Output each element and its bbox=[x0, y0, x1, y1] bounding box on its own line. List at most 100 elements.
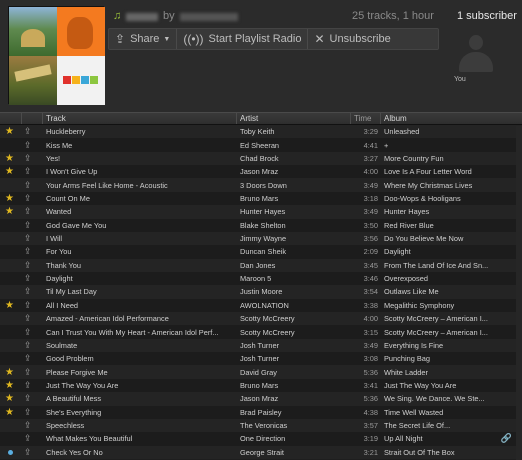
artist-link[interactable]: Bruno Mars bbox=[237, 379, 351, 392]
album-link[interactable]: More Country Fun bbox=[381, 152, 522, 165]
star-icon[interactable]: ★ bbox=[0, 165, 22, 178]
artist-link[interactable]: David Gray bbox=[237, 366, 351, 379]
table-row[interactable]: ★ ⇪ I Won't Give Up Jason Mraz 4:00 Love Is A… bbox=[0, 165, 522, 179]
track-title[interactable]: God Gave Me You bbox=[43, 219, 237, 232]
artist-link[interactable]: Duncan Sheik bbox=[237, 245, 351, 258]
share-icon[interactable]: ⇪ bbox=[22, 312, 43, 325]
star-icon[interactable]: ★ bbox=[0, 379, 22, 392]
table-row[interactable]: ⇪ Speechless The Veronicas 3:57 The Secret L… bbox=[0, 418, 522, 433]
track-title[interactable]: I Will bbox=[43, 232, 237, 245]
playlist-cover-mosaic[interactable] bbox=[8, 6, 105, 105]
album-link[interactable]: Hunter Hayes bbox=[381, 205, 522, 218]
share-icon[interactable]: ⇪ bbox=[22, 326, 43, 339]
table-row[interactable]: ⇪ Your Arms Feel Like Home - Acoustic 3 Do… bbox=[0, 178, 522, 192]
album-link[interactable]: Doo-Wops & Hooligans bbox=[381, 192, 522, 205]
track-title[interactable]: Can I Trust You With My Heart - American… bbox=[43, 326, 237, 339]
album-link[interactable]: Punching Bag bbox=[381, 352, 522, 365]
star-icon[interactable]: ★ bbox=[0, 192, 22, 205]
share-button[interactable]: ⇪ Share ▼ bbox=[109, 29, 178, 49]
share-icon[interactable]: ⇪ bbox=[22, 179, 43, 192]
album-link[interactable]: Time Well Wasted bbox=[381, 406, 522, 419]
track-title[interactable]: Yes! bbox=[43, 152, 237, 165]
artist-link[interactable]: Toby Keith bbox=[237, 125, 351, 138]
column-header-album[interactable]: Album bbox=[381, 113, 522, 124]
share-icon[interactable]: ⇪ bbox=[22, 352, 43, 365]
table-row[interactable]: ⇪ Soulmate Josh Turner 3:49 Everything Is Fi… bbox=[0, 338, 522, 353]
column-header-time[interactable]: Time bbox=[351, 113, 381, 124]
playlist-owner-redacted[interactable] bbox=[180, 13, 238, 21]
track-title[interactable]: All I Need bbox=[43, 299, 237, 312]
table-row[interactable]: ★ ⇪ Wanted Hunter Hayes 3:49 Hunter Hayes bbox=[0, 205, 522, 219]
share-icon[interactable]: ⇪ bbox=[22, 245, 43, 258]
table-row[interactable]: ★ ⇪ Count On Me Bruno Mars 3:18 Doo-Wops & Ho… bbox=[0, 191, 522, 206]
artist-link[interactable]: Dan Jones bbox=[237, 259, 351, 272]
table-row[interactable]: ★ ⇪ All I Need AWOLNATION 3:38 Megalithic Sym… bbox=[0, 298, 522, 313]
table-row[interactable]: ⇪ I Will Jimmy Wayne 3:56 Do You Believe Me … bbox=[0, 231, 522, 246]
track-title[interactable]: She's Everything bbox=[43, 406, 237, 419]
share-icon[interactable]: ⇪ bbox=[22, 339, 43, 352]
artist-link[interactable]: George Strait bbox=[237, 446, 351, 459]
track-title[interactable]: Wanted bbox=[43, 205, 237, 218]
table-row[interactable]: ★ ⇪ Please Forgive Me David Gray 5:36 White L… bbox=[0, 365, 522, 379]
table-row[interactable]: ★ ⇪ A Beautiful Mess Jason Mraz 5:36 We Sing.… bbox=[0, 392, 522, 406]
scrollbar[interactable] bbox=[516, 126, 522, 460]
album-link[interactable]: Unleashed bbox=[381, 125, 522, 138]
track-title[interactable]: Thank You bbox=[43, 259, 237, 272]
unsubscribe-button[interactable]: ✕ Unsubscribe bbox=[308, 29, 396, 49]
table-row[interactable]: ★ ⇪ Just The Way You Are Bruno Mars 3:41 Just… bbox=[0, 378, 522, 393]
artist-link[interactable]: Ed Sheeran bbox=[237, 139, 351, 152]
album-link[interactable]: Do You Believe Me Now bbox=[381, 232, 522, 245]
share-icon[interactable]: ⇪ bbox=[22, 406, 43, 419]
track-title[interactable]: Soulmate bbox=[43, 339, 237, 352]
star-icon[interactable]: ★ bbox=[0, 152, 22, 165]
artist-link[interactable]: One Direction bbox=[237, 432, 351, 445]
column-header-star[interactable] bbox=[0, 113, 22, 124]
table-row[interactable]: ⇪ Can I Trust You With My Heart - America… bbox=[0, 325, 522, 339]
album-link[interactable]: Megalithic Symphony bbox=[381, 299, 522, 312]
star-icon[interactable]: ★ bbox=[0, 406, 22, 419]
track-title[interactable]: Just The Way You Are bbox=[43, 379, 237, 392]
table-row[interactable]: ⇪ Good Problem Josh Turner 3:08 Punching Bag bbox=[0, 352, 522, 366]
track-title[interactable]: Huckleberry bbox=[43, 125, 237, 138]
share-icon[interactable]: ⇪ bbox=[22, 419, 43, 432]
track-title[interactable]: Count On Me bbox=[43, 192, 237, 205]
star-icon[interactable]: ★ bbox=[0, 392, 22, 405]
artist-link[interactable]: Scotty McCreery bbox=[237, 326, 351, 339]
table-row[interactable]: ⇪ Check Yes Or No George Strait 3:21 Strait … bbox=[0, 445, 522, 459]
star-icon[interactable]: ★ bbox=[0, 366, 22, 379]
artist-link[interactable]: Jason Mraz bbox=[237, 392, 351, 405]
share-icon[interactable]: ⇪ bbox=[22, 139, 43, 152]
share-icon[interactable]: ⇪ bbox=[22, 299, 43, 312]
star-icon[interactable]: ★ bbox=[0, 125, 22, 138]
artist-link[interactable]: Josh Turner bbox=[237, 352, 351, 365]
album-link[interactable]: Everything Is Fine bbox=[381, 339, 522, 352]
table-row[interactable]: ★ ⇪ Yes! Chad Brock 3:27 More Country Fun bbox=[0, 151, 522, 166]
track-title[interactable]: I Won't Give Up bbox=[43, 165, 237, 178]
track-title[interactable]: Please Forgive Me bbox=[43, 366, 237, 379]
album-link[interactable]: Red River Blue bbox=[381, 219, 522, 232]
share-icon[interactable]: ⇪ bbox=[22, 272, 43, 285]
album-link[interactable]: White Ladder bbox=[381, 366, 522, 379]
album-link[interactable]: Where My Christmas Lives bbox=[381, 179, 522, 192]
table-row[interactable]: ⇪ Daylight Maroon 5 3:46 Overexposed bbox=[0, 271, 522, 286]
album-link[interactable]: Daylight bbox=[381, 245, 522, 258]
column-header-artist[interactable]: Artist bbox=[237, 113, 351, 124]
artist-link[interactable]: Brad Paisley bbox=[237, 406, 351, 419]
table-row[interactable]: ⇪ God Gave Me You Blake Shelton 3:50 Red Riv… bbox=[0, 218, 522, 232]
share-icon[interactable]: ⇪ bbox=[22, 232, 43, 245]
table-row[interactable]: ★ ⇪ Huckleberry Toby Keith 3:29 Unleashed bbox=[0, 125, 522, 139]
share-icon[interactable]: ⇪ bbox=[22, 285, 43, 298]
artist-link[interactable]: Josh Turner bbox=[237, 339, 351, 352]
table-row[interactable]: ⇪ Til My Last Day Justin Moore 3:54 Outlaws … bbox=[0, 285, 522, 299]
track-title[interactable]: Speechless bbox=[43, 419, 237, 432]
album-link[interactable]: Overexposed bbox=[381, 272, 522, 285]
avatar[interactable] bbox=[452, 31, 500, 75]
track-title[interactable]: Amazed - American Idol Performance bbox=[43, 312, 237, 325]
artist-link[interactable]: Scotty McCreery bbox=[237, 312, 351, 325]
share-icon[interactable]: ⇪ bbox=[22, 259, 43, 272]
share-icon[interactable]: ⇪ bbox=[22, 392, 43, 405]
column-header-share[interactable] bbox=[22, 113, 43, 124]
table-row[interactable]: ★ ⇪ She's Everything Brad Paisley 4:38 Time W… bbox=[0, 405, 522, 419]
album-link[interactable]: Love Is A Four Letter Word bbox=[381, 165, 522, 178]
artist-link[interactable]: AWOLNATION bbox=[237, 299, 351, 312]
